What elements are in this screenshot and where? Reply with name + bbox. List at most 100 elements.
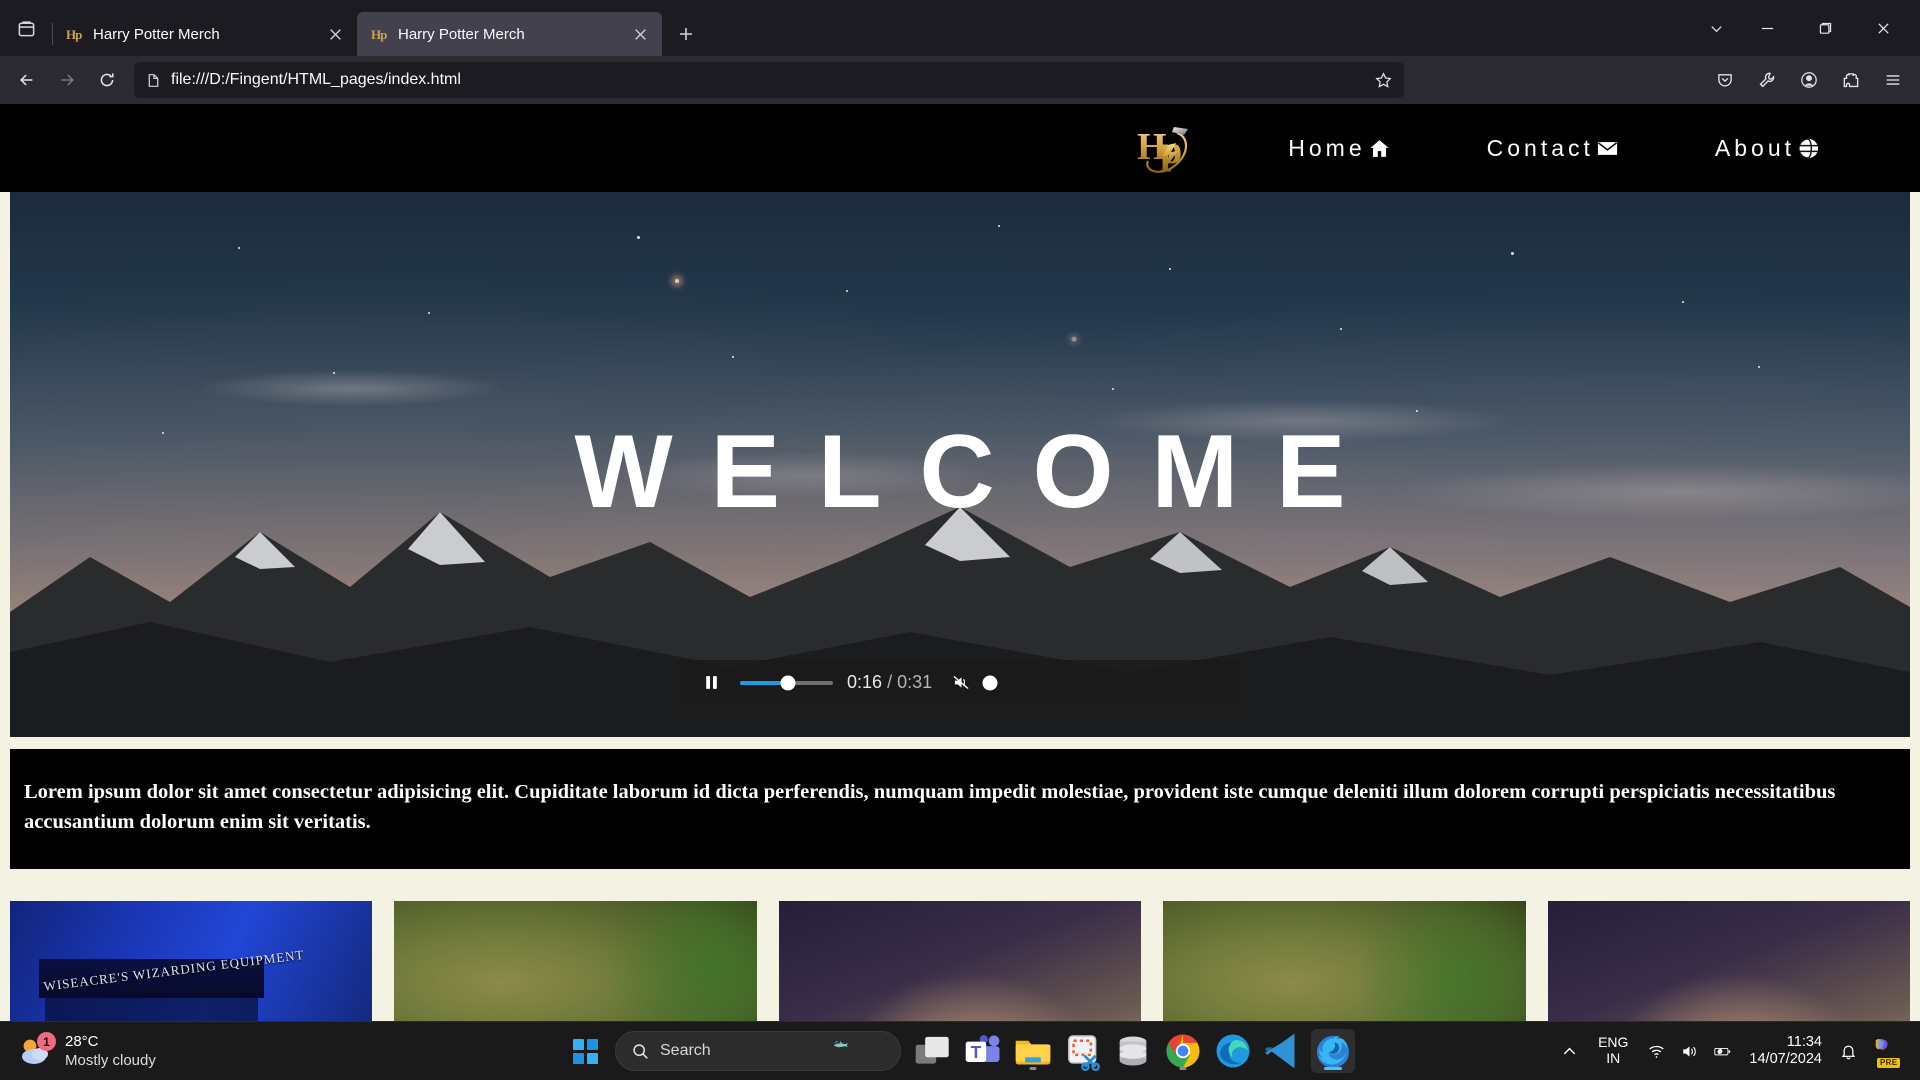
sun-cloud-icon: 1: [18, 1032, 56, 1067]
search-placeholder: Search: [660, 1042, 711, 1059]
product-card-row: WISEACRE'S WIZARDING EQUIPMENT: [0, 869, 1920, 1021]
snipping-tool-button[interactable]: [1061, 1029, 1105, 1073]
product-card[interactable]: [778, 901, 1142, 1021]
tab-close-button[interactable]: [628, 22, 652, 46]
volume-button[interactable]: [1673, 1029, 1706, 1073]
browser-tab-active[interactable]: Hp Harry Potter Merch: [357, 12, 662, 56]
tab-strip: Hp Harry Potter Merch Hp Harry Potter Me…: [0, 0, 1920, 56]
firefox-button[interactable]: [1311, 1029, 1355, 1073]
notifications-button[interactable]: [1832, 1029, 1865, 1073]
weather-condition: Mostly cloudy: [65, 1052, 156, 1069]
nav-link-home[interactable]: Home: [1240, 135, 1438, 162]
nav-link-about-label: About: [1714, 134, 1795, 161]
page-document-icon: [146, 73, 161, 88]
clock-widget[interactable]: 11:34 14/07/2024: [1739, 1029, 1832, 1073]
chevron-up-icon: [1563, 1047, 1576, 1054]
envelope-icon: [1596, 137, 1619, 160]
firefox-view-chevron-button[interactable]: [1694, 0, 1738, 56]
minimize-icon: [1761, 27, 1773, 29]
windows-taskbar: 1 28°C Mostly cloudy Search T ENG IN 11:…: [0, 1021, 1920, 1080]
hero-title: WELCOME: [574, 414, 1384, 530]
weather-temperature: 28°C: [65, 1032, 99, 1050]
pause-button[interactable]: [696, 668, 726, 698]
hp-logo[interactable]: H p: [1134, 117, 1198, 179]
bell-icon: [1841, 1045, 1856, 1059]
close-window-button[interactable]: [1854, 0, 1912, 56]
google-chrome-button[interactable]: [1161, 1029, 1205, 1073]
account-button[interactable]: [1790, 61, 1828, 99]
mute-button[interactable]: [946, 668, 976, 698]
wrench-icon: [1759, 72, 1775, 88]
volume-muted-icon: [953, 675, 969, 690]
devtools-button[interactable]: [1748, 61, 1786, 99]
product-card[interactable]: [394, 901, 757, 1021]
nav-link-contact[interactable]: Contact: [1439, 135, 1667, 162]
maximize-icon: [1819, 22, 1831, 34]
taskbar-date: 14/07/2024: [1749, 1051, 1822, 1067]
start-button[interactable]: [565, 1031, 605, 1071]
new-tab-button[interactable]: [668, 16, 704, 52]
task-view-icon: [915, 1036, 949, 1064]
copilot-button[interactable]: PRE: [1865, 1029, 1912, 1073]
app-menu-button[interactable]: [1874, 61, 1912, 99]
product-card[interactable]: WISEACRE'S WIZARDING EQUIPMENT: [10, 901, 373, 1021]
video-time-separator: /: [887, 672, 893, 692]
video-controls: 0:16 / 0:31: [680, 660, 1240, 705]
file-explorer-button[interactable]: [1011, 1029, 1055, 1073]
task-view-button[interactable]: [911, 1029, 955, 1073]
taskbar-center: Search T: [565, 1029, 1355, 1073]
home-icon: [1368, 137, 1391, 160]
hp-logo-favicon: Hp: [371, 26, 387, 42]
shark-image: [832, 1036, 894, 1066]
wifi-button[interactable]: [1640, 1029, 1673, 1073]
forward-button[interactable]: [48, 61, 86, 99]
microsoft-teams-icon: T: [965, 1035, 1000, 1062]
video-duration: 0:31: [897, 672, 933, 692]
extensions-button[interactable]: [1832, 61, 1870, 99]
menu-hamburger-icon: [1886, 75, 1900, 85]
maximize-button[interactable]: [1796, 0, 1854, 56]
extensions-icon: [1843, 73, 1859, 88]
minimize-button[interactable]: [1738, 0, 1796, 56]
vs-code-button[interactable]: [1261, 1029, 1305, 1073]
video-progress-slider[interactable]: [740, 675, 833, 690]
tab-close-button[interactable]: [323, 22, 347, 46]
bookmark-button[interactable]: [1370, 67, 1396, 93]
language-line-1: ENG: [1598, 1034, 1629, 1051]
volume-slider[interactable]: [982, 675, 1048, 690]
card-image: [1547, 901, 1911, 1021]
web-page-content: H p Home Contact: [0, 104, 1920, 1021]
microsoft-teams-button[interactable]: T: [961, 1029, 1005, 1073]
search-input[interactable]: Search: [615, 1031, 901, 1071]
database-button[interactable]: [1111, 1029, 1155, 1073]
windows-start-icon: [572, 1038, 598, 1064]
back-arrow-icon: [20, 74, 33, 86]
hero-video[interactable]: WELCOME 0:16 / 0:31: [10, 192, 1910, 737]
video-time-display: 0:16 / 0:31: [847, 672, 932, 693]
plus-icon: [680, 28, 692, 40]
card-image: [394, 901, 757, 1021]
product-card[interactable]: [1163, 901, 1526, 1021]
show-hidden-icons-button[interactable]: [1553, 1029, 1586, 1073]
intro-paragraph: Lorem ipsum dolor sit amet consectetur a…: [24, 781, 1836, 834]
url-bar[interactable]: file:///D:/Fingent/HTML_pages/index.html: [134, 62, 1404, 98]
pocket-save-button[interactable]: [1706, 61, 1744, 99]
product-card[interactable]: [1547, 901, 1911, 1021]
nav-link-about[interactable]: About: [1667, 135, 1868, 162]
language-indicator[interactable]: ENG IN: [1586, 1029, 1640, 1073]
battery-button[interactable]: [1706, 1029, 1739, 1073]
back-button[interactable]: [8, 61, 46, 99]
nav-link-contact-label: Contact: [1486, 134, 1594, 161]
globe-icon: [1797, 137, 1820, 160]
taskbar-weather-widget[interactable]: 1 28°C Mostly cloudy: [0, 1032, 330, 1070]
running-indicator: [1029, 1067, 1037, 1070]
site-header: H p Home Contact: [0, 104, 1920, 192]
card-image: [1163, 901, 1526, 1021]
reload-button[interactable]: [88, 61, 126, 99]
browser-tab[interactable]: Hp Harry Potter Merch: [52, 12, 357, 56]
list-all-tabs-button[interactable]: [0, 0, 52, 56]
wifi-icon: [1649, 1045, 1665, 1058]
database-icon: [1119, 1036, 1147, 1066]
nav-link-home-label: Home: [1288, 134, 1366, 161]
microsoft-edge-button[interactable]: [1211, 1029, 1255, 1073]
